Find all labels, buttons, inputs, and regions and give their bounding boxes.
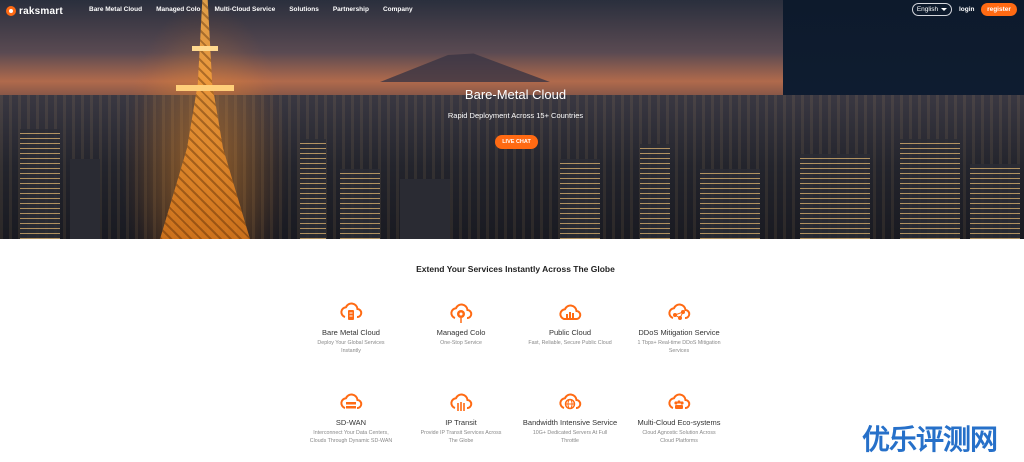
nav-link-managed-colo[interactable]: Managed Colo — [156, 6, 200, 13]
language-label: English — [916, 6, 939, 13]
service-ip-transit[interactable]: IP Transit Provide IP Transit Services A… — [406, 392, 516, 445]
nav-link-bare-metal-cloud[interactable]: Bare Metal Cloud — [89, 6, 142, 13]
service-desc: Deploy Your Global Services Instantly — [317, 340, 385, 354]
cloud-gear-icon — [450, 303, 473, 323]
service-name: IP Transit — [445, 418, 477, 427]
logo[interactable]: raksmart — [6, 4, 63, 18]
service-name: Public Cloud — [548, 328, 592, 337]
live-chat-button[interactable]: LIVE CHAT — [495, 135, 538, 149]
nav-link-solutions[interactable]: Solutions — [289, 6, 319, 13]
service-desc: 1 Tbps+ Real-time DDoS Mitigation Servic… — [637, 340, 721, 354]
service-managed-colo[interactable]: Managed Colo One-Stop Service — [406, 302, 516, 348]
service-desc: Fast, Reliable, Secure Public Cloud — [528, 340, 612, 346]
cloud-stack-icon — [340, 393, 363, 409]
service-bandwidth-intensive[interactable]: Bandwidth Intensive Service 10G+ Dedicat… — [515, 392, 625, 445]
nav-link-company[interactable]: Company — [383, 6, 413, 13]
cloud-bars-icon — [450, 393, 473, 411]
logo-icon — [6, 6, 16, 16]
hero-mountain — [380, 53, 550, 82]
service-bare-metal-cloud[interactable]: Bare Metal Cloud Deploy Your Global Serv… — [296, 302, 406, 355]
top-nav: raksmart Bare Metal Cloud Managed Colo M… — [0, 0, 1024, 22]
logo-text: raksmart — [19, 5, 63, 17]
hero-subtitle: Rapid Deployment Across 15+ Countries — [447, 111, 584, 120]
cloud-server-icon — [340, 302, 363, 320]
hero-title: Bare-Metal Cloud — [464, 87, 567, 102]
service-name: DDoS Mitigation Service — [638, 328, 720, 337]
service-desc: Cloud Agnostic Solution Across Cloud Pla… — [642, 430, 716, 444]
service-name: Multi-Cloud Eco-systems — [637, 418, 721, 427]
service-desc: 10G+ Dedicated Servers At Full Throttle — [532, 430, 608, 444]
nav-link-partnership[interactable]: Partnership — [333, 6, 369, 13]
service-name: SD-WAN — [335, 418, 367, 427]
watermark-logo: 优乐评测网 — [862, 423, 998, 456]
services-heading: Extend Your Services Instantly Across Th… — [416, 264, 615, 274]
nav-links: Bare Metal Cloud Managed Colo Multi-Clou… — [89, 6, 413, 13]
nav-link-multi-cloud-service[interactable]: Multi-Cloud Service — [215, 6, 276, 13]
service-public-cloud[interactable]: Public Cloud Fast, Reliable, Secure Publ… — [515, 302, 625, 348]
language-selector[interactable]: English — [912, 3, 952, 16]
cloud-chart-icon — [559, 304, 582, 320]
chevron-down-icon — [941, 8, 948, 11]
service-name: Bare Metal Cloud — [322, 328, 380, 337]
service-name: Managed Colo — [436, 328, 486, 337]
service-sd-wan[interactable]: SD-WAN Interconnect Your Data Centers, C… — [296, 392, 406, 445]
cloud-users-icon — [668, 393, 691, 409]
service-multi-cloud-ecosystems[interactable]: Multi-Cloud Eco-systems Cloud Agnostic S… — [624, 392, 734, 445]
service-desc: Interconnect Your Data Centers, Clouds T… — [309, 430, 393, 444]
globe-cloud-icon — [559, 393, 582, 410]
service-ddos-mitigation[interactable]: DDoS Mitigation Service 1 Tbps+ Real-tim… — [624, 302, 734, 355]
shield-network-icon — [668, 303, 691, 320]
service-name: Bandwidth Intensive Service — [522, 418, 618, 427]
service-desc: One-Stop Service — [440, 340, 482, 346]
login-link[interactable]: login — [959, 6, 975, 13]
service-desc: Provide IP Transit Services Across The G… — [420, 430, 502, 444]
register-button[interactable]: register — [981, 3, 1017, 16]
